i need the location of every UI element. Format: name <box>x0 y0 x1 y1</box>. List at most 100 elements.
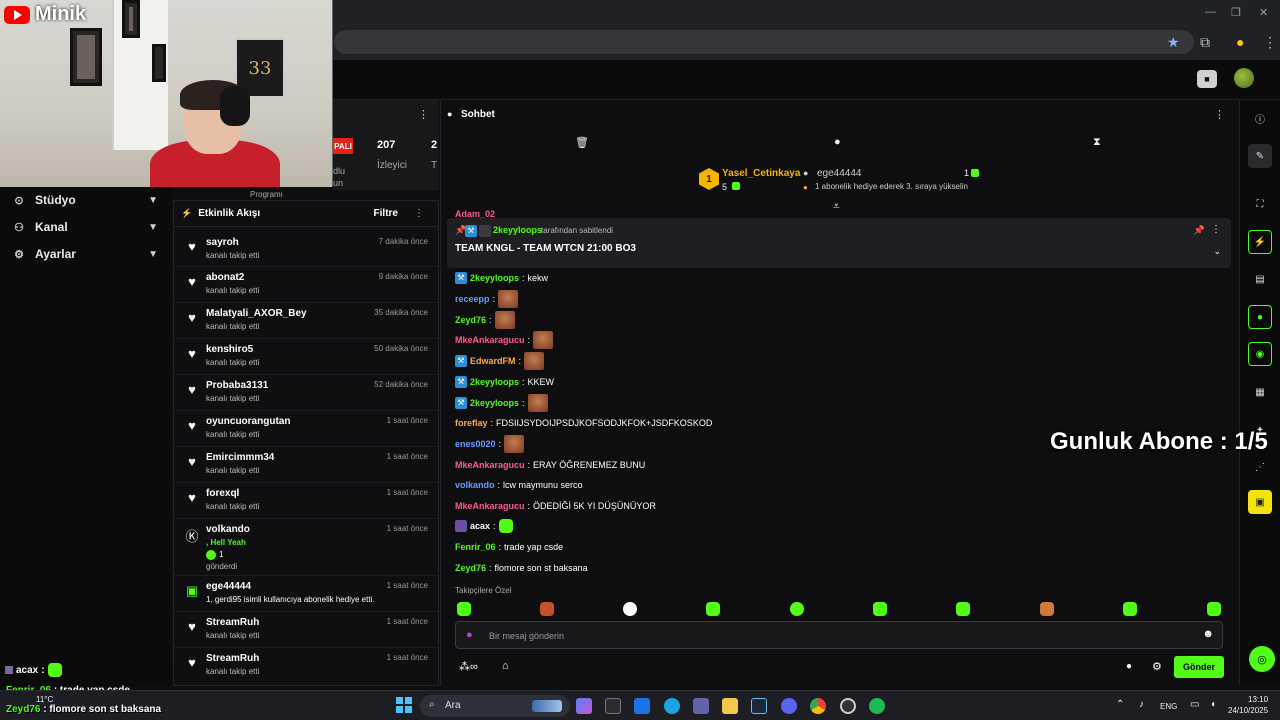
chrome-icon[interactable] <box>810 698 826 714</box>
more-icon[interactable]: ⋮ <box>1211 224 1221 235</box>
outlook-icon[interactable] <box>634 698 650 714</box>
chat-message[interactable]: volkando: lcw maymunu serco <box>455 476 583 494</box>
send-button[interactable]: Gönder <box>1174 656 1224 678</box>
chevron-down-icon[interactable]: ⌄ <box>1213 246 1221 257</box>
broadcast-icon[interactable]: ◉ <box>1248 342 1272 366</box>
layout-icon[interactable]: ▦ <box>1248 380 1272 404</box>
restore-icon[interactable]: ❐ <box>1231 6 1241 19</box>
message-user[interactable]: 2keyyloops <box>470 273 519 283</box>
feed-row[interactable]: ▣ ege44444 1, gerdi95 isimli kullanıcıya… <box>174 577 438 612</box>
feed-row[interactable]: ♥ Probaba3131 kanalı takip etti 52 dakik… <box>174 376 438 411</box>
feed-row[interactable]: ♥ oyuncuorangutan kanalı takip etti 1 sa… <box>174 412 438 447</box>
chat-message[interactable]: Fenrir_06: trade yap csde <box>455 538 563 556</box>
message-user[interactable]: Fenrir_06 <box>455 542 496 552</box>
chat-input[interactable]: ● Bir mesaj gönderin ☻ <box>455 621 1223 649</box>
clock-date[interactable]: 24/10/2025 <box>1228 706 1268 715</box>
microphone-icon[interactable]: ● <box>466 629 473 641</box>
chat-message[interactable]: Zeyd76: flomore son st baksana <box>455 559 588 577</box>
emote-icon[interactable] <box>623 602 637 616</box>
volume-icon[interactable]: ◖ <box>1210 699 1216 710</box>
message-user[interactable]: foreflay <box>455 418 488 428</box>
info-icon[interactable]: ⓘ <box>1248 106 1272 130</box>
chat-message[interactable]: MkeAnkaragucu: ÖDEDİĞİ 5K YI DÜŞÜNÜYOR <box>455 497 656 515</box>
extensions-icon[interactable]: ⧉ <box>1200 34 1210 51</box>
message-user[interactable]: Zeyd76 <box>455 563 486 573</box>
chat-message[interactable]: ⚒ EdwardFM: <box>455 352 545 370</box>
message-user[interactable]: acax <box>470 521 490 531</box>
edge-icon[interactable] <box>664 698 680 714</box>
feed-row[interactable]: ♥ kenshiro5 kanalı takip etti 50 dakika … <box>174 340 438 375</box>
minimize-icon[interactable]: — <box>1205 6 1216 18</box>
chat-message[interactable]: MkeAnkaragucu: ERAY ÖĞRENEMEZ BUNU <box>455 456 645 474</box>
copilot-icon[interactable] <box>576 698 592 714</box>
emote-icon[interactable] <box>873 602 887 616</box>
message-user[interactable]: 2keyyloops <box>470 398 519 408</box>
message-user[interactable]: MkeAnkaragucu <box>455 501 525 511</box>
chat-message[interactable]: Zeyd76: <box>455 311 515 329</box>
feed-row[interactable]: ♥ Emircimmm34 kanalı takip etti 1 saat ö… <box>174 448 438 483</box>
emoji-icon[interactable]: ☻ <box>1202 628 1214 640</box>
feed-row[interactable]: ♥ StreamRuh kanalı takip etti 1 saat önc… <box>174 649 438 684</box>
feed-row[interactable]: ♥ Malatyali_AXOR_Bey kanalı takip etti 3… <box>174 304 438 339</box>
settings-icon[interactable]: ⚙ <box>1152 660 1162 673</box>
emote-icon[interactable] <box>1207 602 1221 616</box>
fullscreen-icon[interactable]: ⛶ <box>1248 192 1272 216</box>
chat-message[interactable]: foreflay: FDSIIJSYDOIJPSDJKOFSODJKFOK+JS… <box>455 414 712 432</box>
close-icon[interactable]: ✕ <box>1259 6 1268 19</box>
chat-bubble-icon[interactable]: ● <box>1248 305 1272 329</box>
bookmark-star-icon[interactable]: ★ <box>1167 34 1180 51</box>
message-user[interactable]: receepp <box>455 294 490 304</box>
feed-row[interactable]: ♥ forexql kanalı takip etti 1 saat önce <box>174 484 438 519</box>
chat-bubble-icon[interactable]: ● <box>1126 661 1132 672</box>
chat-message[interactable]: ⚒ 2keyyloops: kekw <box>455 269 548 287</box>
chat-message[interactable]: acax: <box>455 517 513 535</box>
emote-icon[interactable] <box>1123 602 1137 616</box>
feed-row[interactable]: ♥ StreamRuh kanalı takip etti 1 saat önc… <box>174 613 438 648</box>
profile-icon[interactable]: ● <box>1236 34 1244 50</box>
tray-chevron-icon[interactable]: ⌃ <box>1116 699 1124 710</box>
trash-icon[interactable]: 🗑 <box>575 136 589 149</box>
share-icon[interactable]: ⋰ <box>1248 455 1272 479</box>
store-icon[interactable]: ⌂ <box>502 660 509 672</box>
teams-icon[interactable] <box>693 698 709 714</box>
more-icon[interactable]: ⋮ <box>414 208 424 219</box>
feed-row[interactable]: ♥ abonat2 kanalı takip etti 9 dakika önc… <box>174 268 438 303</box>
emote-icon[interactable] <box>790 602 804 616</box>
taskbar-search[interactable]: ⌕ Ara <box>420 695 570 717</box>
chat-message[interactable]: MkeAnkaragucu: <box>455 331 554 349</box>
stats-menu-icon[interactable]: ⋮ <box>418 108 429 121</box>
microphone-icon[interactable]: ♪ <box>1139 699 1144 710</box>
chat-message[interactable]: ⚒ 2keyyloops: KKEW <box>455 373 554 391</box>
feed-row[interactable]: ♥ sayroh kanalı takip etti 7 dakika önce <box>174 233 438 267</box>
filter-button[interactable]: Filtre <box>374 208 398 219</box>
clock-time[interactable]: 13:10 <box>1248 695 1268 704</box>
emote-icon[interactable] <box>706 602 720 616</box>
edit-icon[interactable]: ✎ <box>1248 144 1272 168</box>
clapper-icon[interactable]: ▣ <box>1248 490 1272 514</box>
browser-menu-icon[interactable]: ⋮ <box>1263 34 1277 51</box>
explorer-icon[interactable] <box>722 698 738 714</box>
message-user[interactable]: Zeyd76 <box>455 315 486 325</box>
leader-name[interactable]: Yasel_Cetinkaya <box>722 168 800 179</box>
sidebar-item-settings[interactable]: ⚙ Ayarlar ▼ <box>0 241 172 267</box>
avatar[interactable] <box>1234 68 1254 88</box>
windows-start-icon[interactable] <box>396 697 412 713</box>
steam-icon[interactable] <box>751 698 767 714</box>
community-icon[interactable]: ⁂∞ <box>459 660 478 673</box>
support-button[interactable]: ◎ <box>1249 646 1275 672</box>
leader-name[interactable]: ege44444 <box>817 168 862 179</box>
sidebar-item-studio[interactable]: ⊙ Stüdyo ▼ <box>0 187 172 213</box>
message-user[interactable]: MkeAnkaragucu <box>455 460 525 470</box>
store-icon[interactable] <box>605 698 621 714</box>
address-bar[interactable] <box>334 30 1194 54</box>
sidebar-item-channel[interactable]: ⚇ Kanal ▼ <box>0 214 172 240</box>
message-user[interactable]: volkando <box>455 480 495 490</box>
feed-row[interactable]: Ⓚ volkando , Hell Yeah 1 gönderdi 1 saat… <box>174 520 438 576</box>
obs-icon[interactable] <box>840 698 856 714</box>
emote-icon[interactable] <box>956 602 970 616</box>
spotify-icon[interactable] <box>869 698 885 714</box>
language-indicator[interactable]: ENG <box>1160 702 1177 711</box>
hourglass-icon[interactable]: ⧗ <box>1093 136 1101 149</box>
message-user[interactable]: 2keyyloops <box>470 377 519 387</box>
document-icon[interactable]: ▤ <box>1248 267 1272 291</box>
